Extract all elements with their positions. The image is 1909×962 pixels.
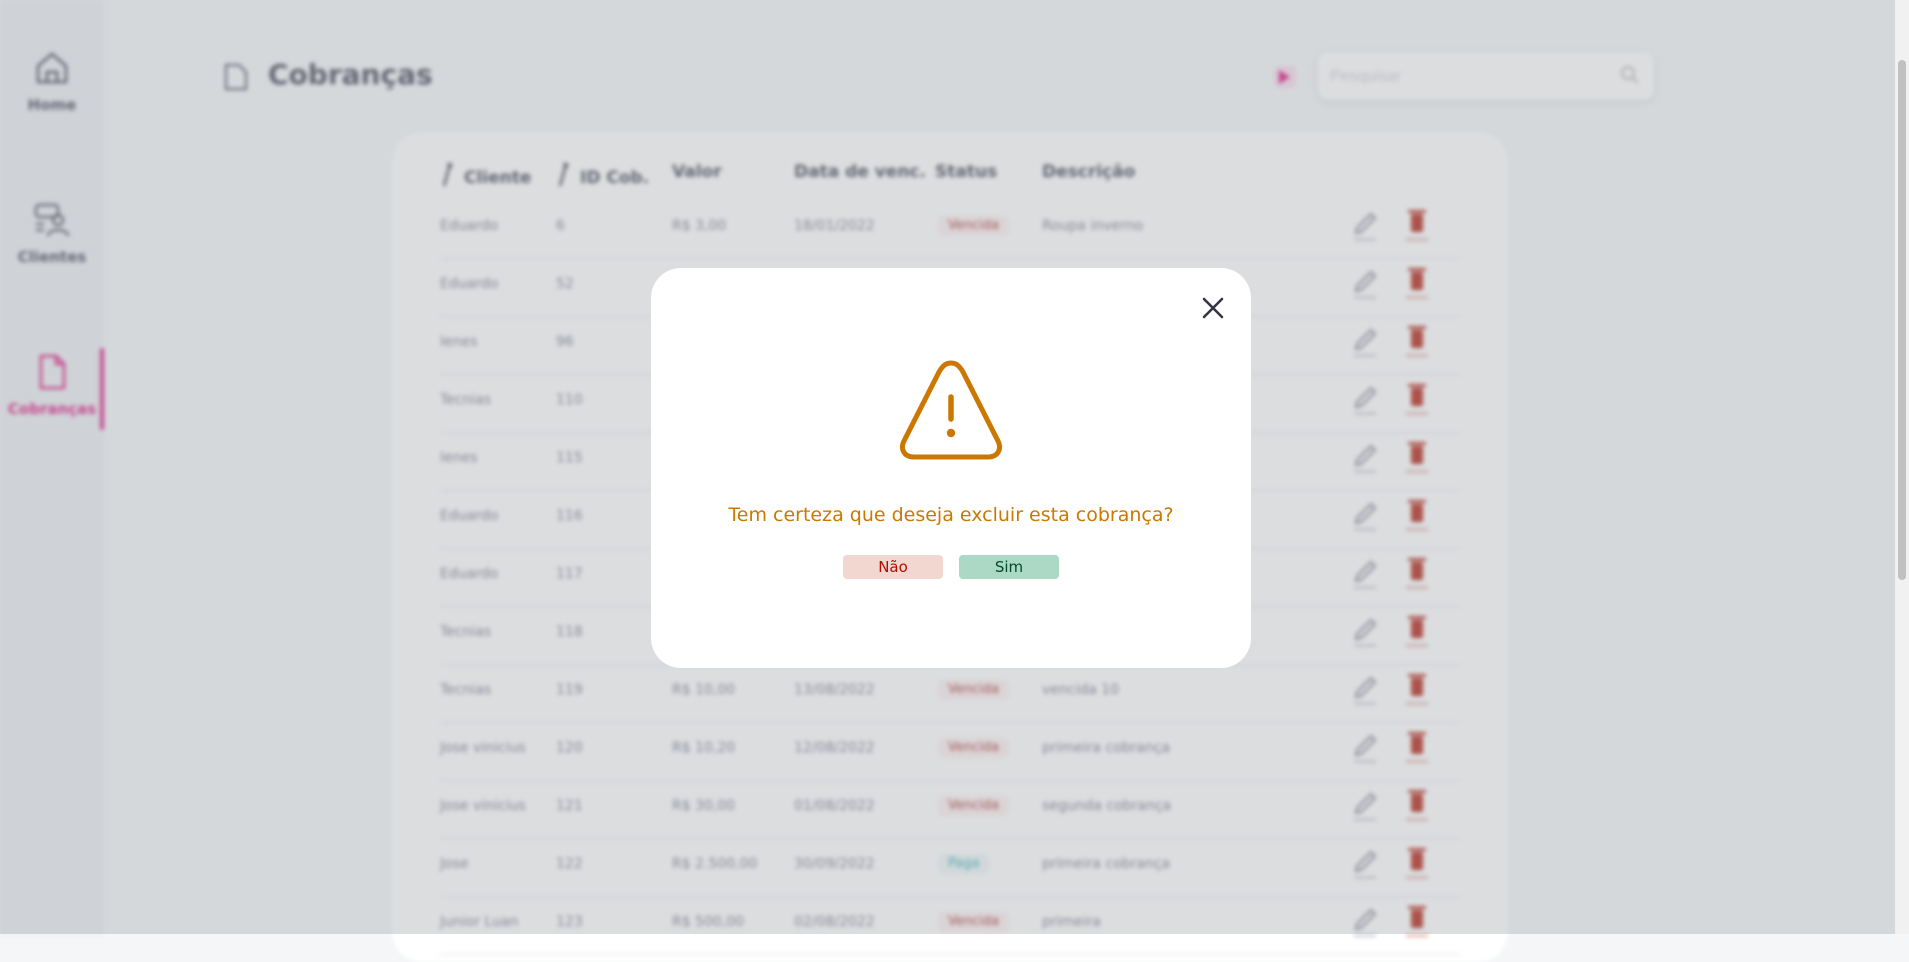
no-button[interactable]: Não <box>843 555 943 579</box>
scrollbar-thumb[interactable] <box>1898 60 1906 580</box>
yes-button[interactable]: Sim <box>959 555 1059 579</box>
delete-confirm-modal: Tem certeza que deseja excluir esta cobr… <box>651 268 1251 668</box>
close-icon[interactable] <box>1199 294 1227 322</box>
scrollbar[interactable] <box>1895 0 1909 934</box>
app-root: Home Clientes Cobranças Cobranças Pesqui… <box>0 0 1909 962</box>
confirm-message: Tem certeza que deseja excluir esta cobr… <box>728 504 1174 526</box>
warning-icon <box>899 360 1003 460</box>
